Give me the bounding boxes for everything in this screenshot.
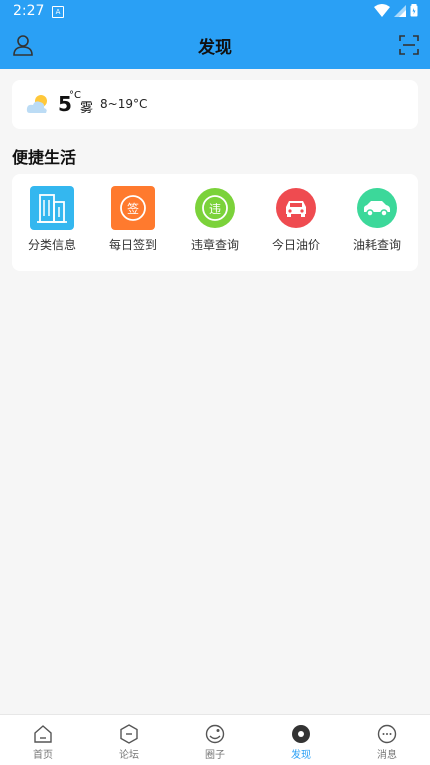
car-front-icon	[276, 188, 316, 228]
page-title: 发现	[198, 38, 232, 58]
scan-icon[interactable]	[399, 35, 419, 55]
nav-label: 首页	[33, 750, 53, 761]
service-fuel-consumption[interactable]: 油耗查询	[342, 186, 412, 262]
cloudy-weather-icon	[26, 95, 47, 113]
nav-label: 论坛	[119, 750, 139, 761]
top-bar: 2:27 A 发现	[0, 0, 430, 69]
sign-in-icon: 签	[111, 186, 155, 230]
service-daily-sign-in[interactable]: 签 每日签到	[98, 186, 168, 262]
nav-label: 圈子	[205, 750, 225, 761]
battery-icon	[410, 4, 418, 17]
forum-icon	[120, 724, 138, 744]
violation-badge: 违	[209, 202, 221, 216]
weather-card[interactable]: 5 °C 雾 8~19°C	[12, 80, 418, 129]
signal-icon	[394, 4, 406, 17]
service-classified-info[interactable]: 分类信息	[17, 186, 87, 262]
status-time: 2:27	[13, 3, 45, 19]
nav-item-circle[interactable]: 圈子	[172, 715, 258, 765]
service-oil-price[interactable]: 今日油价	[261, 186, 331, 262]
service-label: 违章查询	[190, 238, 239, 252]
service-label: 每日签到	[108, 238, 157, 252]
services-grid: 分类信息 签 每日签到 违 违章查询 今日油价 油耗查询	[12, 174, 418, 271]
section-title: 便捷生活	[12, 148, 77, 167]
nav-label: 消息	[377, 750, 397, 761]
wifi-icon	[374, 4, 390, 17]
nav-item-forum[interactable]: 论坛	[86, 715, 172, 765]
nav-label: 发现	[291, 750, 311, 761]
service-label: 今日油价	[271, 238, 320, 252]
weather-range: 8~19°C	[100, 97, 148, 111]
circle-icon	[205, 724, 225, 744]
service-label: 分类信息	[27, 238, 76, 252]
sign-in-badge: 签	[127, 201, 139, 216]
status-icons	[374, 4, 418, 17]
sim-icon: A	[52, 6, 64, 18]
car-side-icon	[357, 188, 397, 228]
message-icon	[377, 724, 397, 744]
violation-icon: 违	[195, 188, 235, 228]
status-bar: 2:27 A	[0, 0, 430, 24]
service-violation-query[interactable]: 违 违章查询	[180, 186, 250, 262]
service-label: 油耗查询	[352, 238, 401, 252]
home-icon	[34, 725, 52, 743]
nav-item-discover[interactable]: 发现	[258, 715, 344, 765]
nav-item-message[interactable]: 消息	[344, 715, 430, 765]
weather-condition: 雾	[80, 101, 94, 116]
discover-icon	[292, 725, 310, 743]
building-icon	[30, 186, 74, 230]
nav-item-home[interactable]: 首页	[0, 715, 86, 765]
bottom-nav: 首页 论坛 圈子 发现 消息	[0, 714, 430, 765]
